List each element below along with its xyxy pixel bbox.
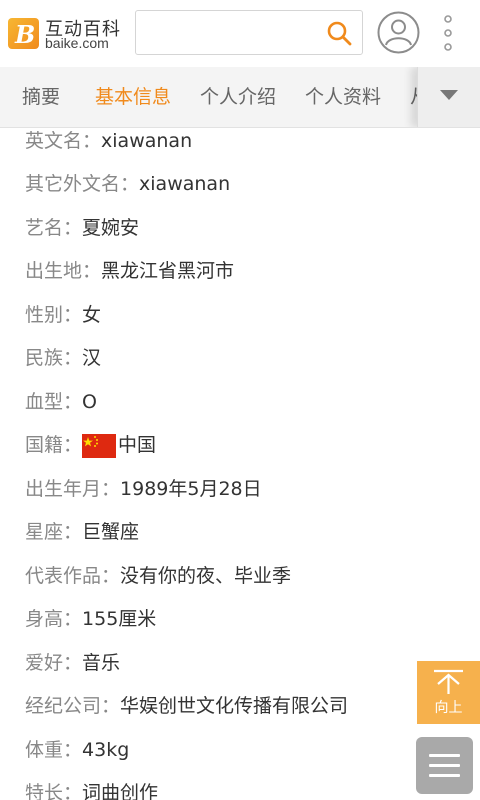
back-to-top-button[interactable]: 向上 xyxy=(417,661,480,724)
info-row: 代表作品：没有你的夜、毕业季 xyxy=(25,565,292,587)
logo[interactable]: B 互动百科 baike.com xyxy=(8,15,128,53)
info-row: 出生年月：1989年5月28日 xyxy=(25,478,262,500)
menu-icon xyxy=(429,754,460,757)
info-row: 体重：43kg xyxy=(25,739,130,761)
header: B 互动百科 baike.com xyxy=(0,0,480,67)
logo-icon: B xyxy=(8,18,39,49)
info-row: 出生地：黑龙江省黑河市 xyxy=(25,260,235,282)
info-row: 星座：巨蟹座 xyxy=(25,521,140,543)
info-row: 经纪公司：华娱创世文化传播有限公司 xyxy=(25,695,349,717)
menu-button[interactable] xyxy=(416,737,473,794)
info-row: 民族：汉 xyxy=(25,347,102,369)
tab-expand-button[interactable] xyxy=(417,67,480,127)
tab-bar: 摘要 基本信息 个人介绍 个人资料 从 xyxy=(0,67,480,128)
tab-summary[interactable]: 摘要 xyxy=(22,67,60,127)
more-vertical-icon[interactable] xyxy=(440,15,456,51)
search-input[interactable] xyxy=(142,17,316,49)
tab-basic-info[interactable]: 基本信息 xyxy=(95,67,171,127)
tab-personal-profile[interactable]: 个人资料 xyxy=(305,67,381,127)
china-flag-icon xyxy=(82,433,117,458)
logo-domain: baike.com xyxy=(45,35,109,51)
arrow-up-icon xyxy=(434,669,463,694)
info-row: 艺名：夏婉安 xyxy=(25,217,140,239)
basic-info-list: 英文名：xiawanan 其它外文名：xiawanan 艺名：夏婉安 出生地：黑… xyxy=(0,128,480,800)
info-row: 英文名：xiawanan xyxy=(25,130,193,152)
info-row: 其它外文名：xiawanan xyxy=(25,173,231,195)
search-icon[interactable] xyxy=(326,20,352,46)
avatar-icon[interactable] xyxy=(377,11,420,54)
info-row: 特长：词曲创作 xyxy=(25,782,159,800)
tab-personal-intro[interactable]: 个人介绍 xyxy=(200,67,276,127)
info-row: 身高：155厘米 xyxy=(25,608,157,630)
search-box xyxy=(135,10,363,55)
back-to-top-label: 向上 xyxy=(434,700,463,716)
info-row: 国籍： 中国 xyxy=(25,433,157,458)
chevron-down-icon xyxy=(440,90,458,100)
info-row: 爱好：音乐 xyxy=(25,652,121,674)
info-row: 性别：女 xyxy=(25,304,102,326)
info-row: 血型：O xyxy=(25,391,97,413)
